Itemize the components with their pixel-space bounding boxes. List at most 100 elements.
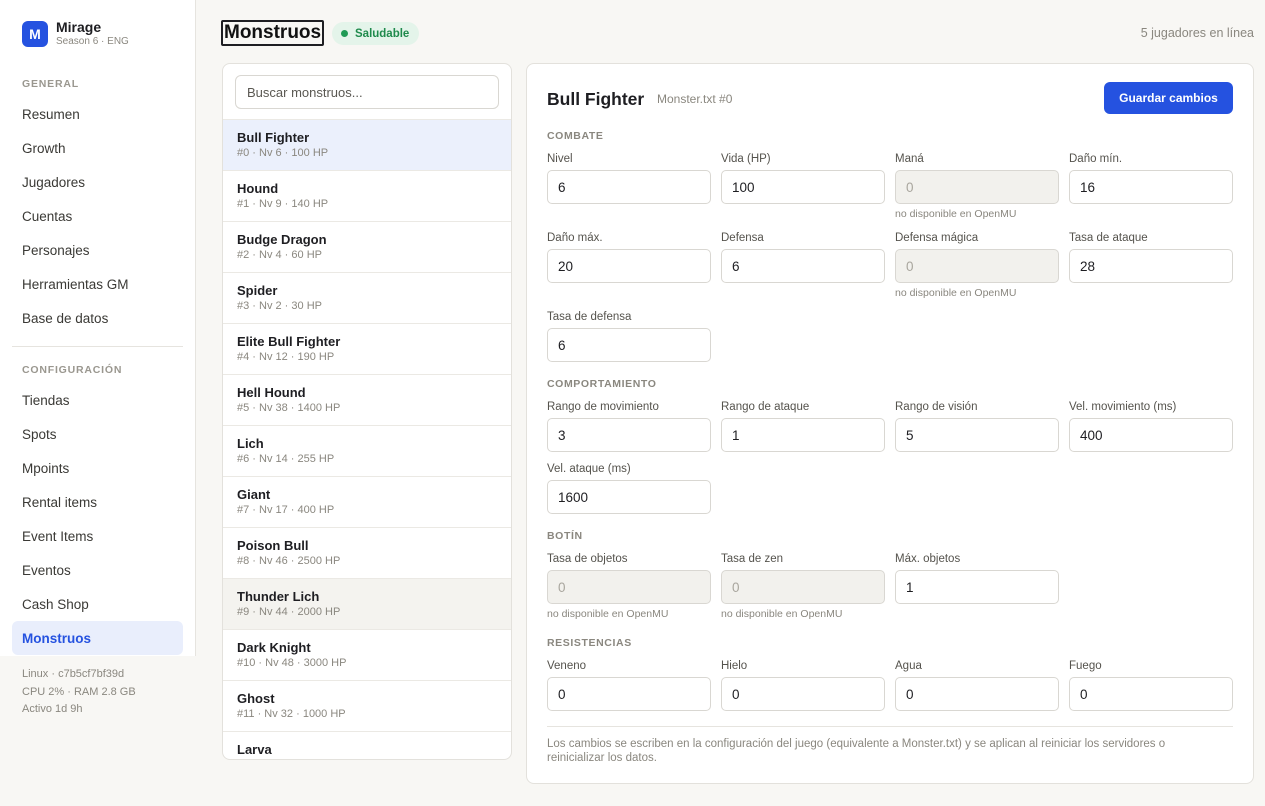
monster-meta: #6 · Nv 14 · 255 HP [237,453,335,465]
field-mana: Maná no disponible en OpenMU [895,152,1059,220]
monster-list-item[interactable]: Elite Bull Fighter #4 · Nv 12 · 190 HP [223,323,511,374]
monster-list-item[interactable]: Bull Fighter #0 · Nv 6 · 100 HP [223,119,511,170]
sidebar-item-cash-shop[interactable]: Cash Shop [12,587,183,621]
monster-list-panel: Bull Fighter #0 · Nv 6 · 100 HP Hound #1… [222,63,512,760]
water-resistance-input[interactable] [895,677,1059,711]
monster-list-item[interactable]: Budge Dragon #2 · Nv 4 · 60 HP [223,221,511,272]
system-host: Linux · c7b5cf7bf39d [22,668,125,680]
sidebar-item-cuentas[interactable]: Cuentas [12,199,183,233]
monster-meta: #1 · Nv 9 · 140 HP [237,198,329,210]
unavailable-note: no disponible en OpenMU [895,287,1017,299]
sidebar-item-rental-items[interactable]: Rental items [12,485,183,519]
monster-name: Lich [237,436,264,451]
field-water: Agua [895,659,1059,711]
sidebar-item-eventos[interactable]: Eventos [12,553,183,587]
monster-list-item[interactable]: Poison Bull #8 · Nv 46 · 2500 HP [223,527,511,578]
sidebar-item-spots[interactable]: Spots [12,417,183,451]
monster-meta: #9 · Nv 44 · 2000 HP [237,606,341,618]
brand[interactable]: M Mirage Season 6 · ENG [22,20,129,47]
field-label: Tasa de ataque [1069,232,1148,244]
monster-meta: #5 · Nv 38 · 1400 HP [237,402,341,414]
sidebar-item-jugadores[interactable]: Jugadores [12,165,183,199]
field-ice: Hielo [721,659,885,711]
monster-list-item[interactable]: Lich #6 · Nv 14 · 255 HP [223,425,511,476]
field-zen-rate: Tasa de zen no disponible en OpenMU [721,552,885,620]
monster-list-item[interactable]: Thunder Lich #9 · Nv 44 · 2000 HP [223,578,511,629]
field-label: Tasa de defensa [547,311,632,323]
nav-section-general: GENERAL [22,78,79,90]
move-range-input[interactable] [547,418,711,452]
field-label: Tasa de objetos [547,553,628,565]
attack-rate-input[interactable] [1069,249,1233,283]
monster-name: Budge Dragon [237,232,327,247]
unavailable-note: no disponible en OpenMU [895,208,1017,220]
monster-name: Dark Knight [237,640,311,655]
field-label: Nivel [547,153,573,165]
section-title-resistances: RESISTENCIAS [547,637,632,649]
sidebar-item-resumen[interactable]: Resumen [12,97,183,131]
field-fire: Fuego [1069,659,1233,711]
page-title: Monstruos [221,20,325,46]
hp-input[interactable] [721,170,885,204]
save-changes-button[interactable]: Guardar cambios [1104,82,1233,114]
sidebar-item-personajes[interactable]: Personajes [12,233,183,267]
max-damage-input[interactable] [547,249,711,283]
system-info: Linux · c7b5cf7bf39d CPU 2% · RAM 2.8 GB… [22,666,136,719]
sidebar-item-growth[interactable]: Growth [12,131,183,165]
field-label: Veneno [547,660,587,672]
monster-meta: #8 · Nv 46 · 2500 HP [237,555,341,567]
attack-speed-input[interactable] [547,480,711,514]
monster-list-item[interactable]: Giant #7 · Nv 17 · 400 HP [223,476,511,527]
editor-title: Bull Fighter [547,89,645,109]
field-label: Vel. movimiento (ms) [1069,401,1177,413]
sidebar-item-mpoints[interactable]: Mpoints [12,451,183,485]
editor-subtitle: Monster.txt #0 [657,92,733,106]
field-label: Daño máx. [547,232,603,244]
move-speed-input[interactable] [1069,418,1233,452]
defense-rate-input[interactable] [547,328,711,362]
view-range-input[interactable] [895,418,1059,452]
sidebar-item-event-items[interactable]: Event Items [12,519,183,553]
sidebar: M Mirage Season 6 · ENG GENERAL Resumen … [0,0,196,806]
field-attack-range: Rango de ataque [721,400,885,452]
min-damage-input[interactable] [1069,170,1233,204]
monster-list-item[interactable]: Dark Knight #10 · Nv 48 · 3000 HP [223,629,511,680]
brand-subtitle: Season 6 · ENG [56,36,129,47]
monster-list-item[interactable]: Hell Hound #5 · Nv 38 · 1400 HP [223,374,511,425]
fire-resistance-input[interactable] [1069,677,1233,711]
poison-resistance-input[interactable] [547,677,711,711]
max-items-input[interactable] [895,570,1059,604]
monster-name: Larva [237,742,272,757]
monster-search-input[interactable] [235,75,499,109]
field-level: Nivel [547,152,711,204]
nav-configuracion: Tiendas Spots Mpoints Rental items Event… [12,383,183,655]
field-label: Rango de visión [895,401,978,413]
field-label: Rango de ataque [721,401,810,413]
sidebar-item-herramientas-gm[interactable]: Herramientas GM [12,267,183,301]
field-max-items: Máx. objetos [895,552,1059,604]
unavailable-note: no disponible en OpenMU [721,608,843,620]
field-poison: Veneno [547,659,711,711]
monster-name: Thunder Lich [237,589,320,604]
ice-resistance-input[interactable] [721,677,885,711]
monster-meta: #11 · Nv 32 · 1000 HP [237,708,346,720]
monster-meta: #2 · Nv 4 · 60 HP [237,249,322,261]
sidebar-item-tiendas[interactable]: Tiendas [12,383,183,417]
monster-list-item[interactable]: Spider #3 · Nv 2 · 30 HP [223,272,511,323]
monster-list-item[interactable]: Larva [223,731,511,759]
monster-editor-panel: Bull Fighter Monster.txt #0 Guardar camb… [526,63,1254,784]
magic-defense-input [895,249,1059,283]
level-input[interactable] [547,170,711,204]
online-players-count: 5 jugadores en línea [1140,26,1254,40]
defense-input[interactable] [721,249,885,283]
monster-list-item[interactable]: Ghost #11 · Nv 32 · 1000 HP [223,680,511,731]
monster-list: Bull Fighter #0 · Nv 6 · 100 HP Hound #1… [223,119,511,759]
field-view-range: Rango de visión [895,400,1059,452]
sidebar-item-base-de-datos[interactable]: Base de datos [12,301,183,335]
field-hp: Vida (HP) [721,152,885,204]
footer-divider [547,726,1233,727]
sidebar-item-monstruos[interactable]: Monstruos [12,621,183,655]
attack-range-input[interactable] [721,418,885,452]
monster-list-item[interactable]: Hound #1 · Nv 9 · 140 HP [223,170,511,221]
field-dmg-min: Daño mín. [1069,152,1233,204]
